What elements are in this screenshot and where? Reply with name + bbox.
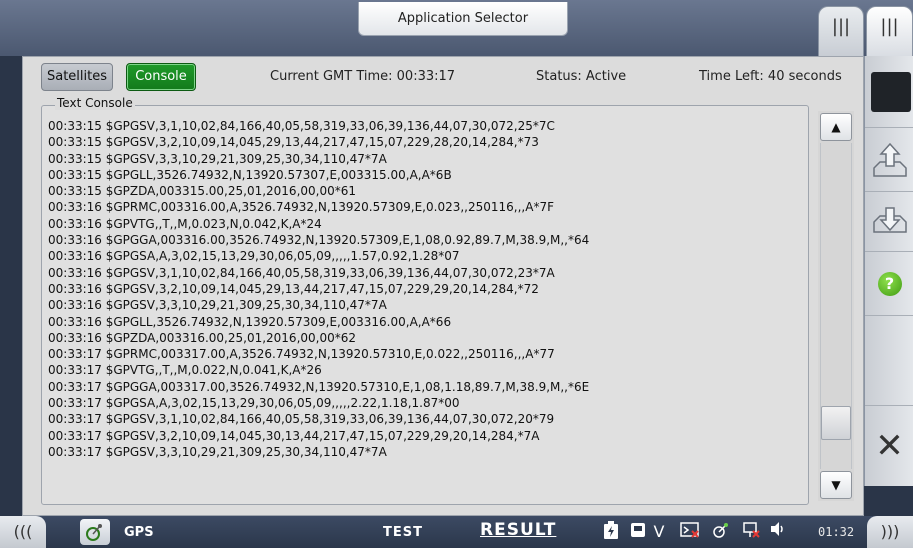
battery-charging-icon — [600, 521, 622, 543]
display-button[interactable] — [865, 56, 913, 128]
display-icon — [871, 72, 911, 112]
console-line: 00:33:16 $GPGSV,3,2,10,09,14,045,29,13,4… — [48, 281, 539, 296]
clock: 01:32 — [818, 525, 855, 539]
console-line: 00:33:16 $GPGSV,3,1,10,02,84,166,40,05,5… — [48, 265, 555, 280]
console-line: 00:33:16 $GPGSA,A,3,02,15,13,29,30,06,05… — [48, 249, 460, 264]
previous-page-button[interactable]: ((( — [0, 516, 46, 548]
right-side-panel: ? ✕ — [864, 56, 913, 486]
help-button[interactable]: ? — [865, 252, 913, 316]
console-line: 00:33:17 $GPGSA,A,3,02,15,13,29,30,06,05… — [48, 396, 460, 411]
console-line: 00:33:17 $GPRMC,003317.00,A,3526.74932,N… — [48, 347, 555, 362]
panel-tab-a[interactable]: ||| — [818, 6, 864, 56]
console-line: 00:33:15 $GPGSV,3,1,10,02,84,166,40,05,5… — [48, 119, 555, 133]
satellite-icon — [710, 521, 732, 543]
console-scrollbar[interactable]: ▲ ▼ — [818, 111, 854, 501]
speaker-icon[interactable] — [768, 521, 788, 543]
application-selector-tab[interactable]: Application Selector — [358, 2, 568, 36]
text-console-output: 00:33:15 $GPGSV,3,1,10,02,84,166,40,05,5… — [48, 118, 778, 502]
console-line: 00:33:17 $GPGSV,3,2,10,09,14,045,30,13,4… — [48, 428, 540, 443]
gps-app-icon[interactable] — [80, 519, 110, 545]
terminal-icon — [679, 521, 701, 543]
triangle-down-icon: ▼ — [831, 478, 841, 492]
satellite-dish-icon — [86, 524, 102, 541]
console-line: 00:33:15 $GPGSV,3,2,10,09,14,045,29,13,4… — [48, 135, 539, 150]
help-icon: ? — [877, 271, 902, 296]
bars-icon: ||| — [880, 16, 899, 37]
console-line: 00:33:17 $GPGSV,3,3,10,29,21,309,25,30,3… — [48, 444, 387, 459]
scroll-thumb[interactable] — [821, 406, 851, 440]
next-page-button[interactable]: ))) — [867, 516, 913, 548]
bars-icon: ||| — [831, 16, 851, 37]
console-line: 00:33:16 $GPGGA,003316.00,3526.74932,N,1… — [48, 233, 590, 248]
console-line: 00:33:15 $GPGLL,3526.74932,N,13920.57307… — [48, 167, 452, 182]
console-line: 00:33:16 $GPVTG,,T,,M,0.023,N,0.042,K,A*… — [48, 216, 322, 231]
top-bar: Application Selector ||| ||| — [0, 0, 913, 56]
console-line: 00:33:16 $GPRMC,003316.00,A,3526.74932,N… — [48, 200, 554, 215]
close-icon: ✕ — [875, 426, 904, 466]
arrow-up-tray-icon — [872, 142, 907, 177]
triangle-up-icon: ▲ — [831, 120, 841, 134]
console-line: 00:33:16 $GPGSV,3,3,10,29,21,309,25,30,3… — [48, 298, 387, 313]
result-tab[interactable]: RESULT — [480, 520, 556, 540]
console-line: 00:33:15 $GPGSV,3,3,10,29,21,309,25,30,3… — [48, 151, 387, 166]
time-left-text: Time Left: 40 seconds — [699, 69, 842, 84]
chevrons-left-icon: ((( — [13, 522, 33, 541]
console-line: 00:33:16 $GPGLL,3526.74932,N,13920.57309… — [48, 314, 452, 329]
page-down-button[interactable] — [865, 192, 913, 252]
arrow-down-tray-icon — [872, 206, 907, 233]
console-line: 00:33:17 $GPGGA,003317.00,3526.74932,N,1… — [48, 379, 590, 394]
test-tab[interactable]: TEST — [383, 525, 423, 540]
current-gmt-time: Current GMT Time: 00:33:17 — [270, 69, 456, 84]
memory-icon — [628, 521, 648, 543]
close-button[interactable]: ✕ — [865, 406, 913, 486]
satellites-button[interactable]: Satellites — [41, 63, 113, 91]
text-console-group: Text Console 00:33:15 $GPGSV,3,1,10,02,8… — [41, 96, 809, 505]
text-console-legend: Text Console — [55, 96, 135, 110]
console-line: 00:33:16 $GPZDA,003316.00,25,01,2016,00,… — [48, 330, 357, 345]
bottom-status-bar: ((( GPS TEST RESULT V 01:32 ))) — [0, 516, 913, 548]
app-name: GPS — [124, 525, 154, 540]
console-line: 00:33:15 $GPZDA,003315.00,25,01,2016,00,… — [48, 184, 357, 199]
page-up-button[interactable] — [865, 128, 913, 192]
console-line: 00:33:17 $GPVTG,,T,,M,0.022,N,0.041,K,A*… — [48, 363, 322, 378]
console-line: 00:33:17 $GPGSV,3,1,10,02,84,166,40,05,5… — [48, 412, 555, 427]
panel-tab-b[interactable]: ||| — [866, 6, 913, 56]
network-icon — [740, 521, 762, 543]
scroll-down-button[interactable]: ▼ — [820, 471, 852, 499]
scroll-track[interactable] — [820, 143, 852, 469]
gps-main-panel: Satellites Console Current GMT Time: 00:… — [22, 56, 864, 516]
console-button[interactable]: Console — [126, 63, 196, 91]
side-empty-slot — [865, 316, 913, 406]
status-text: Status: Active — [536, 69, 627, 84]
v-icon: V — [653, 522, 665, 541]
chevrons-right-icon: ))) — [880, 522, 900, 541]
scroll-up-button[interactable]: ▲ — [820, 113, 852, 141]
